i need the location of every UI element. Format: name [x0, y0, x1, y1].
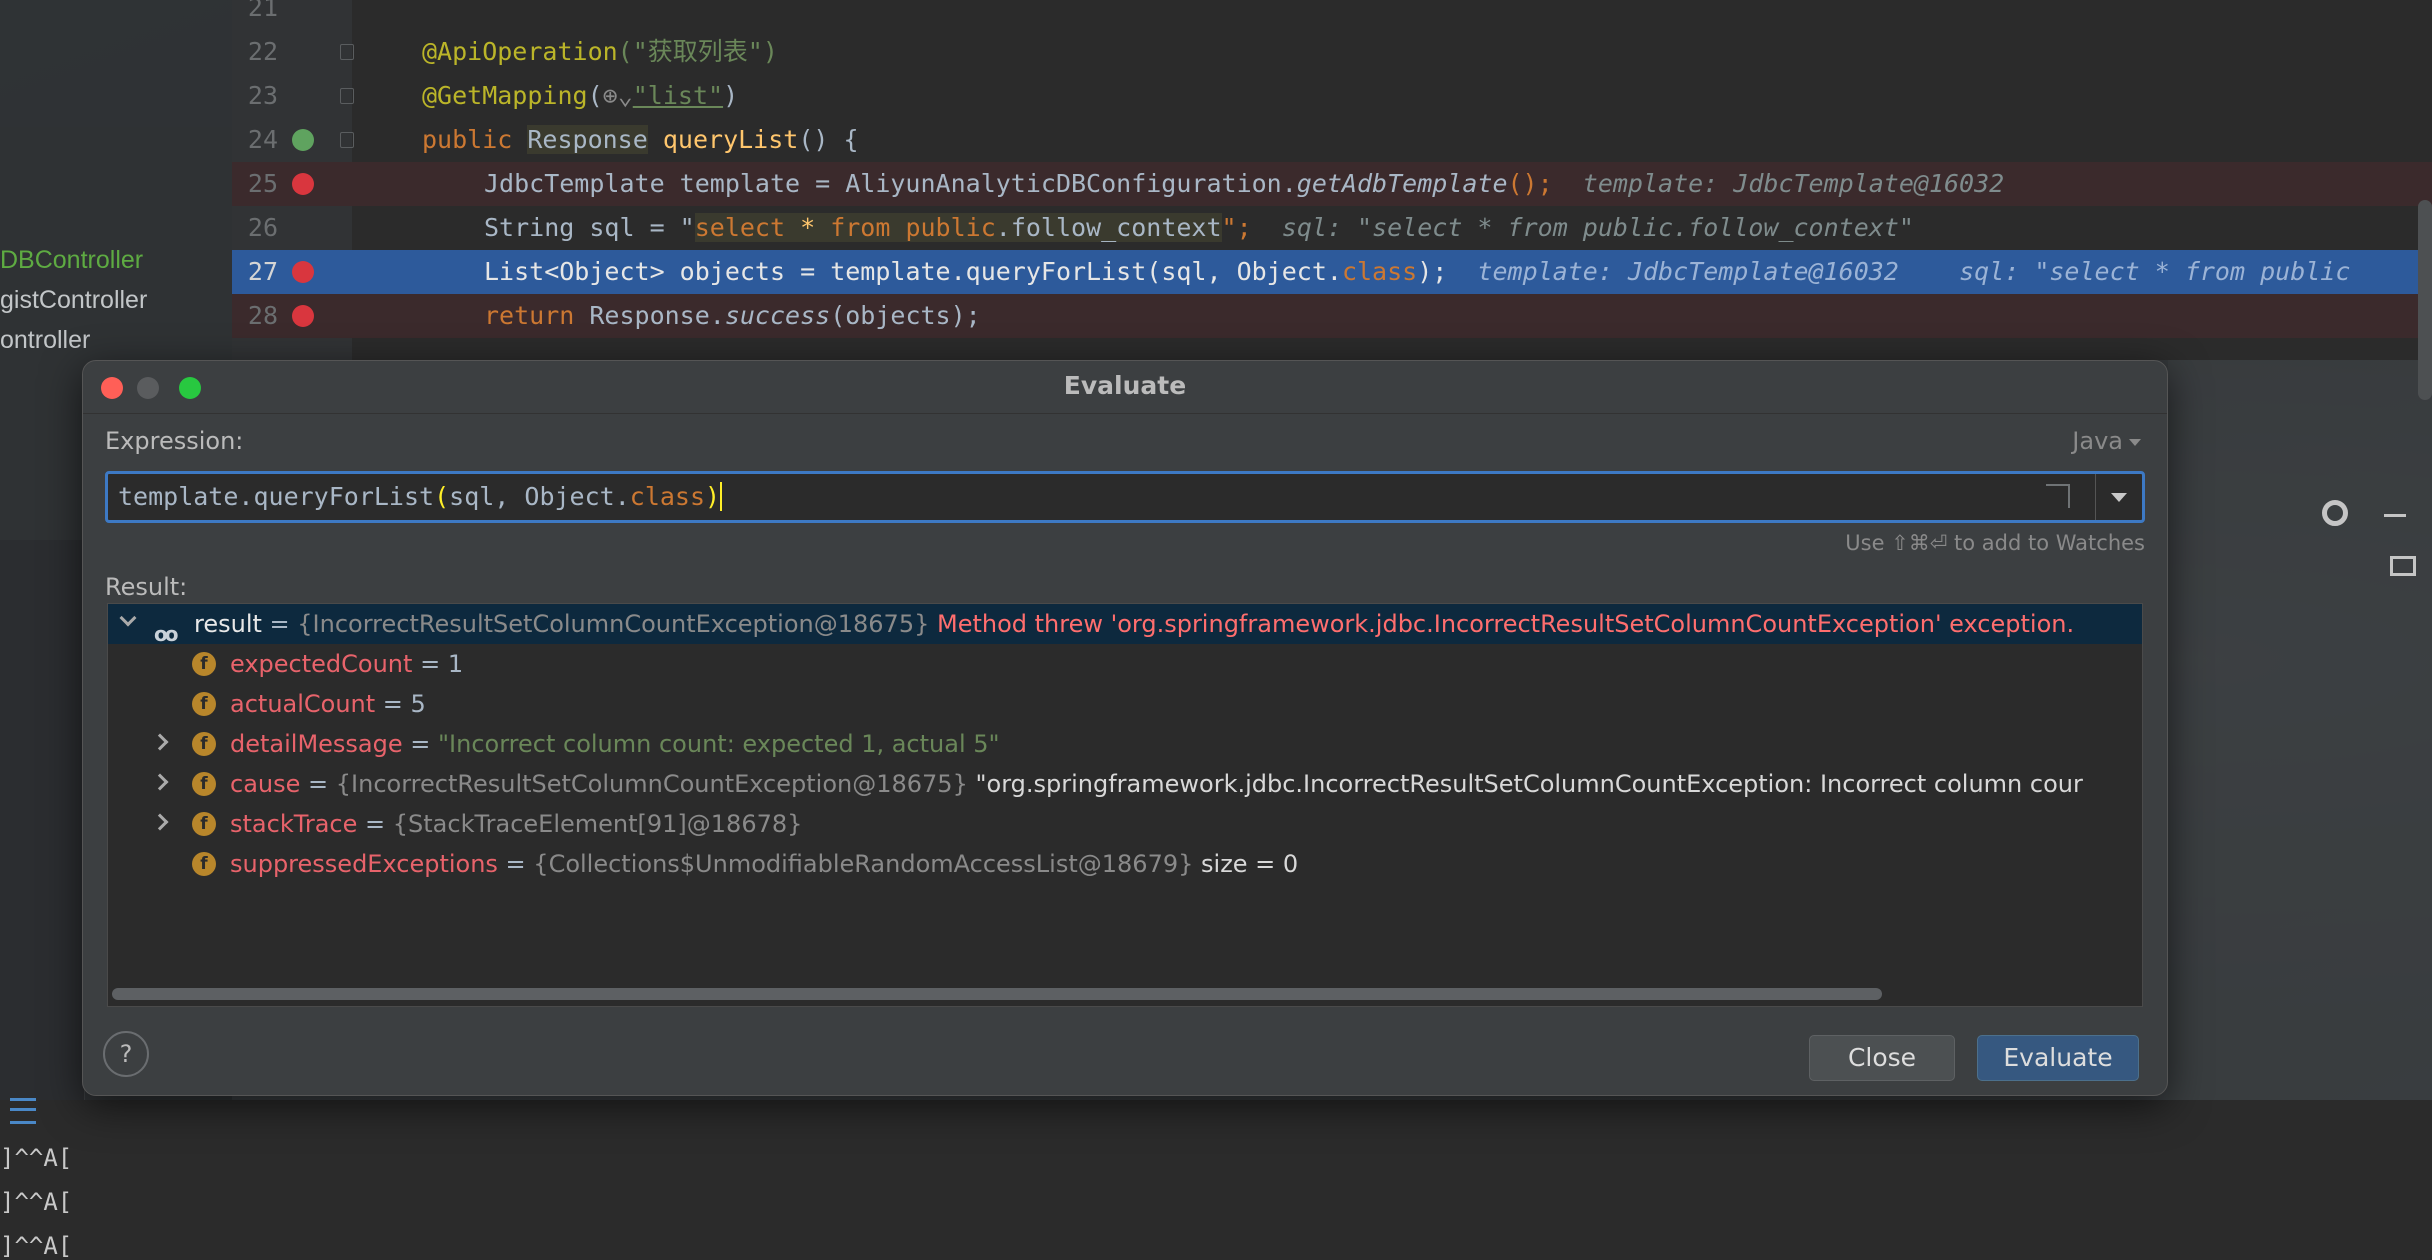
tree-row-field[interactable]: f suppressedExceptions = {Collections$Un…: [108, 844, 2142, 884]
dialog-titlebar[interactable]: Evaluate: [83, 361, 2167, 414]
field-icon: f: [192, 852, 216, 876]
expression-label: Expression:: [105, 427, 244, 455]
chevron-right-icon[interactable]: [151, 773, 169, 791]
list-icon[interactable]: [10, 1098, 36, 1124]
line-number: 25: [247, 169, 278, 198]
globe-icon: ⊕⌄: [602, 81, 633, 110]
expression-input[interactable]: template.queryForList(sql, Object.class): [105, 471, 2145, 523]
field-icon: f: [192, 772, 216, 796]
field-icon: f: [192, 652, 216, 676]
code-text: @GetMapping(⊕⌄"list"): [422, 81, 739, 110]
code-line: 23 @GetMapping(⊕⌄"list"): [232, 74, 2432, 118]
code-line-current: 27 List<Object> objects = template.query…: [232, 250, 2432, 294]
code-line: 22 @ApiOperation("获取列表"): [232, 30, 2432, 74]
code-text: List<Object> objects = template.queryFor…: [484, 257, 2351, 286]
evaluate-button[interactable]: Evaluate: [1977, 1035, 2139, 1081]
tree-row-field[interactable]: f actualCount = 5: [108, 684, 2142, 724]
fold-icon[interactable]: [340, 132, 354, 148]
code-line: 24 public Response queryList() {: [232, 118, 2432, 162]
close-button[interactable]: Close: [1809, 1035, 1955, 1081]
inline-value-hint: sql: "select * from public.follow_contex…: [1281, 213, 1914, 242]
debug-panel-right: [2168, 360, 2432, 1100]
tree-row-field[interactable]: f cause = {IncorrectResultSetColumnCount…: [108, 764, 2142, 804]
code-line-breakpoint: 25 JdbcTemplate template = AliyunAnalyti…: [232, 162, 2432, 206]
field-icon: f: [192, 732, 216, 756]
tree-row-field[interactable]: f detailMessage = "Incorrect column coun…: [108, 724, 2142, 764]
code-text: String sql = "select * from public.follo…: [484, 213, 1914, 242]
console-line: ]^^A[: [0, 1188, 73, 1216]
watch-hint: Use ⇧⌘⏎ to add to Watches: [1845, 531, 2145, 555]
history-dropdown-button[interactable]: [2095, 474, 2142, 520]
fold-icon[interactable]: [340, 44, 354, 60]
line-number: 21: [247, 0, 278, 22]
result-label: Result:: [105, 573, 188, 601]
chevron-right-icon[interactable]: [151, 733, 169, 751]
line-number: 28: [247, 301, 278, 330]
tree-row-field[interactable]: f stackTrace = {StackTraceElement[91]@18…: [108, 804, 2142, 844]
code-line: 26 String sql = "select * from public.fo…: [232, 206, 2432, 250]
breakpoint-icon[interactable]: [292, 305, 314, 327]
project-item-dbcontroller[interactable]: DBController: [0, 246, 143, 275]
debug-console-panel: ]^^A[ ]^^A[ ]^^A[: [0, 540, 85, 1260]
project-item-controller[interactable]: ontroller: [0, 326, 90, 355]
console-line: ]^^A[: [0, 1144, 73, 1172]
editor-scrollbar[interactable]: [2418, 200, 2432, 400]
code-text: return Response.success(objects);: [484, 301, 981, 330]
line-number: 27: [247, 257, 278, 286]
evaluate-dialog: Evaluate Expression: Java template.query…: [82, 360, 2168, 1096]
code-line-breakpoint: 28 return Response.success(objects);: [232, 294, 2432, 338]
code-editor[interactable]: 21 22 @ApiOperation("获取列表") 23 @GetMappi…: [232, 0, 2432, 400]
code-line: 21: [232, 0, 2432, 30]
layout-icon[interactable]: [2390, 556, 2416, 576]
code-text: JdbcTemplate template = AliyunAnalyticDB…: [484, 169, 2005, 198]
inline-value-hint: template: JdbcTemplate@16032 sql: "selec…: [1477, 257, 2351, 286]
horizontal-scrollbar[interactable]: [112, 988, 1882, 1000]
field-icon: f: [192, 692, 216, 716]
line-number: 23: [247, 81, 278, 110]
code-text: @ApiOperation("获取列表"): [422, 37, 778, 66]
field-icon: f: [192, 812, 216, 836]
line-number: 22: [247, 37, 278, 66]
code-text: public Response queryList() {: [422, 125, 859, 154]
breakpoint-icon[interactable]: [292, 261, 314, 283]
tree-row-result[interactable]: oo result = {IncorrectResultSetColumnCou…: [108, 604, 2142, 646]
result-tree[interactable]: oo result = {IncorrectResultSetColumnCou…: [107, 603, 2143, 1007]
fold-icon[interactable]: [340, 88, 354, 104]
expand-icon[interactable]: [2046, 484, 2070, 508]
gear-icon[interactable]: [2322, 500, 2348, 526]
run-gutter-icon[interactable]: [292, 129, 314, 151]
minimize-icon[interactable]: [2384, 514, 2406, 517]
chevron-right-icon[interactable]: [151, 813, 169, 831]
expression-text[interactable]: template.queryForList(sql, Object.class): [118, 474, 723, 520]
line-number: 26: [247, 213, 278, 242]
breakpoint-icon[interactable]: [292, 173, 314, 195]
help-button[interactable]: ?: [103, 1031, 149, 1077]
language-selector[interactable]: Java: [2072, 427, 2141, 455]
chevron-down-icon[interactable]: [119, 609, 137, 627]
tree-row-field[interactable]: f expectedCount = 1: [108, 644, 2142, 684]
line-number: 24: [247, 125, 278, 154]
inline-value-hint: template: JdbcTemplate@16032: [1582, 169, 2005, 198]
console-line: ]^^A[: [0, 1232, 73, 1260]
dialog-title: Evaluate: [1063, 371, 1187, 400]
project-item-gistcontroller[interactable]: gistController: [0, 286, 147, 315]
